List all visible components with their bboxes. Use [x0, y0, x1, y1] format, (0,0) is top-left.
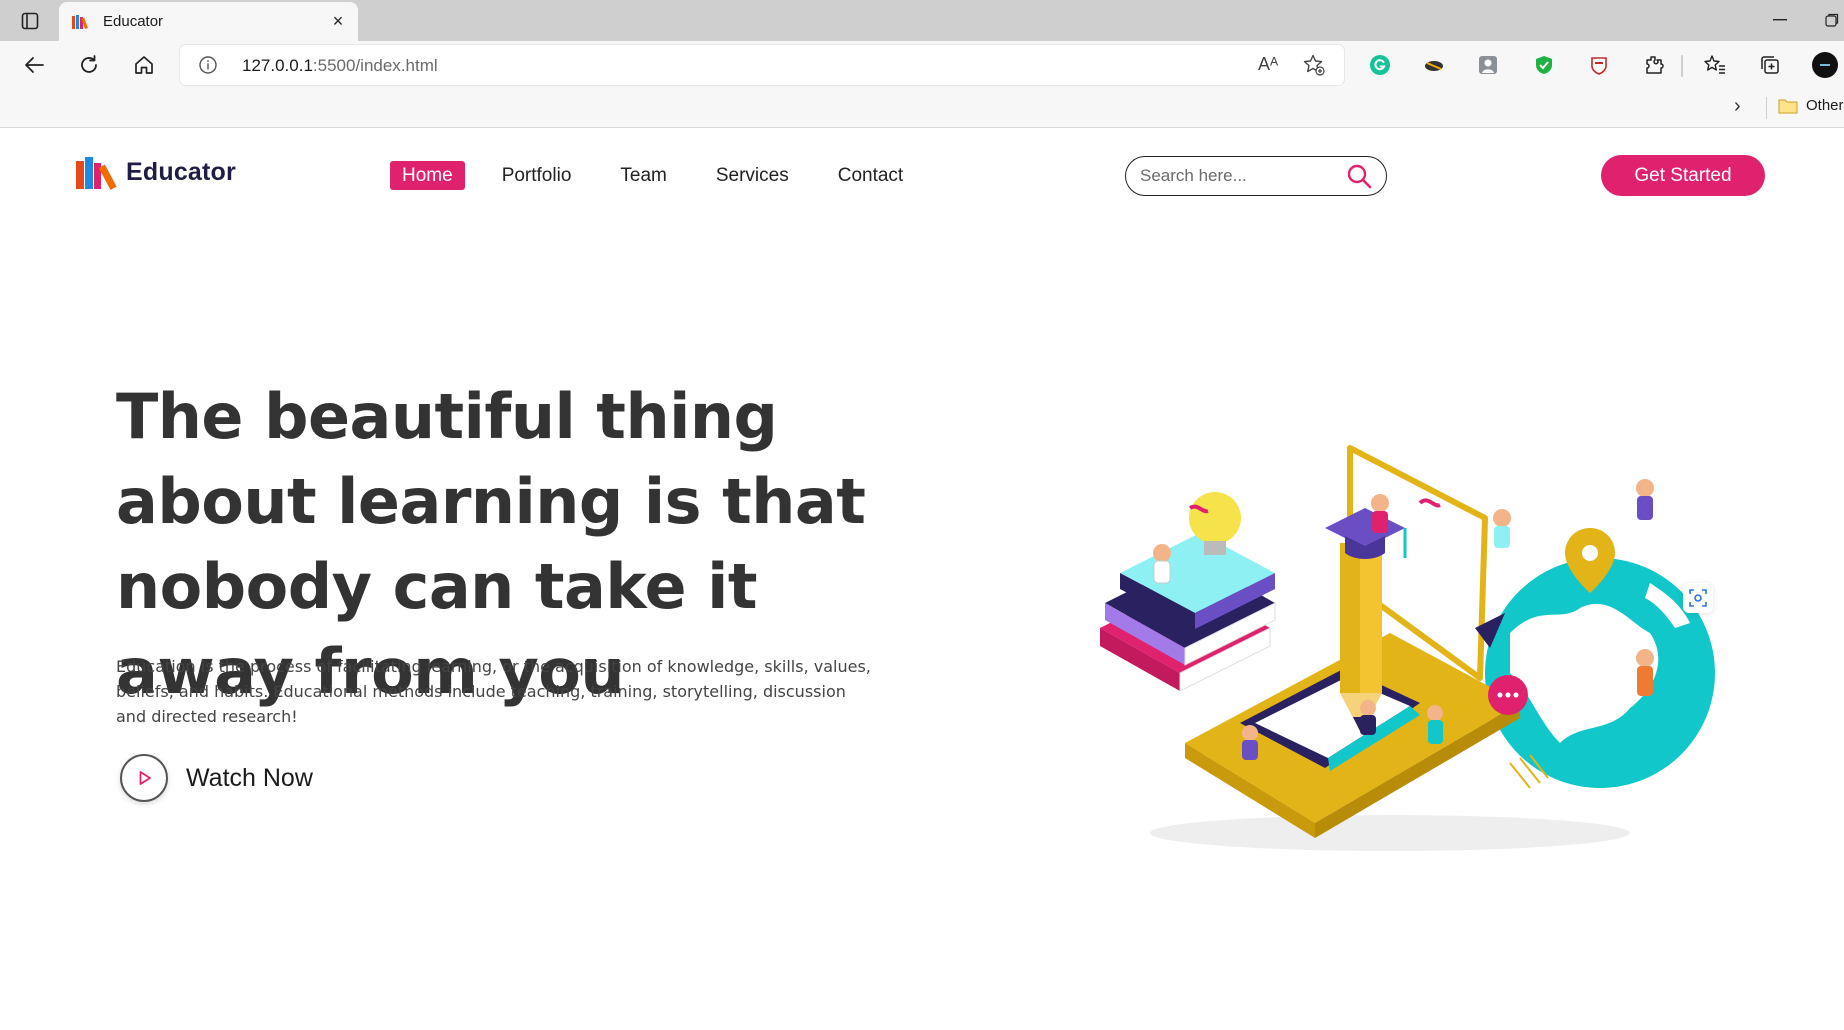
address-bar[interactable]: 127.0.0.1:5500/index.html Aᴬ — [180, 45, 1344, 85]
read-aloud-icon[interactable]: Aᴬ — [1258, 54, 1278, 75]
refresh-icon[interactable] — [73, 49, 105, 81]
search-box — [1125, 156, 1387, 196]
browser-toolbar: 127.0.0.1:5500/index.html Aᴬ — [0, 41, 1844, 87]
tab-title: Educator — [103, 13, 164, 30]
toolbar-divider — [1681, 55, 1683, 77]
close-tab-icon[interactable]: × — [324, 8, 352, 36]
other-favorites-folder[interactable]: Other — [1778, 97, 1844, 114]
favorites-divider — [1766, 97, 1767, 119]
extension-icon[interactable] — [1641, 52, 1667, 78]
add-favorite-icon[interactable] — [1302, 53, 1326, 77]
extension-icon[interactable] — [1531, 52, 1557, 78]
url-host: 127.0.0.1 — [242, 56, 313, 75]
info-icon[interactable] — [198, 55, 218, 75]
restore-icon[interactable] — [1820, 8, 1844, 32]
get-started-button[interactable]: Get Started — [1601, 155, 1765, 196]
grammarly-icon[interactable] — [1367, 52, 1393, 78]
nav-portfolio[interactable]: Portfolio — [490, 161, 584, 190]
chevron-right-icon[interactable]: › — [1734, 95, 1741, 118]
nav-services[interactable]: Services — [704, 161, 801, 190]
search-icon[interactable] — [1346, 163, 1372, 189]
watch-now-label: Watch Now — [186, 763, 313, 792]
url-path: :5500/index.html — [312, 56, 438, 75]
extension-icon[interactable] — [1475, 52, 1501, 78]
watch-now-link[interactable]: Watch Now — [120, 754, 313, 802]
folder-icon — [1778, 99, 1798, 113]
main-nav: Home Portfolio Team Services Contact — [390, 161, 940, 190]
browser-tab[interactable]: Educator × — [59, 2, 358, 41]
favorites-icon[interactable] — [1702, 52, 1728, 78]
url-text[interactable]: 127.0.0.1:5500/index.html — [242, 56, 438, 76]
nav-home[interactable]: Home — [390, 161, 465, 190]
home-icon[interactable] — [128, 49, 160, 81]
brand-logo[interactable]: Educator — [74, 153, 236, 191]
search-input[interactable] — [1140, 165, 1340, 187]
extension-icon[interactable] — [1421, 52, 1447, 78]
browser-chrome: Educator × 127.0.0.1:5500/index.html Aᴬ — [0, 0, 1844, 128]
web-page: Educator Home Portfolio Team Services Co… — [0, 128, 1844, 1030]
favorites-bar: › Other — [0, 87, 1844, 127]
brand-name: Educator — [126, 157, 236, 186]
visual-search-icon[interactable] — [1683, 583, 1713, 613]
back-arrow-icon[interactable] — [18, 49, 50, 81]
play-icon — [139, 771, 151, 785]
favicon-icon — [72, 14, 88, 29]
hero-description: Education is the process of facilitating… — [116, 657, 871, 726]
folder-label: Other — [1806, 97, 1844, 114]
logo-mark-icon — [76, 157, 117, 190]
tab-actions-icon[interactable] — [18, 9, 42, 33]
profile-avatar[interactable] — [1812, 52, 1838, 78]
tab-strip: Educator × — [0, 0, 1844, 41]
play-button[interactable] — [120, 754, 168, 802]
nav-contact[interactable]: Contact — [826, 161, 915, 190]
nav-team[interactable]: Team — [608, 161, 678, 190]
minimize-icon[interactable] — [1766, 8, 1794, 32]
hero-illustration — [1100, 445, 1715, 851]
collections-icon[interactable] — [1757, 52, 1783, 78]
extension-icon[interactable] — [1586, 52, 1612, 78]
